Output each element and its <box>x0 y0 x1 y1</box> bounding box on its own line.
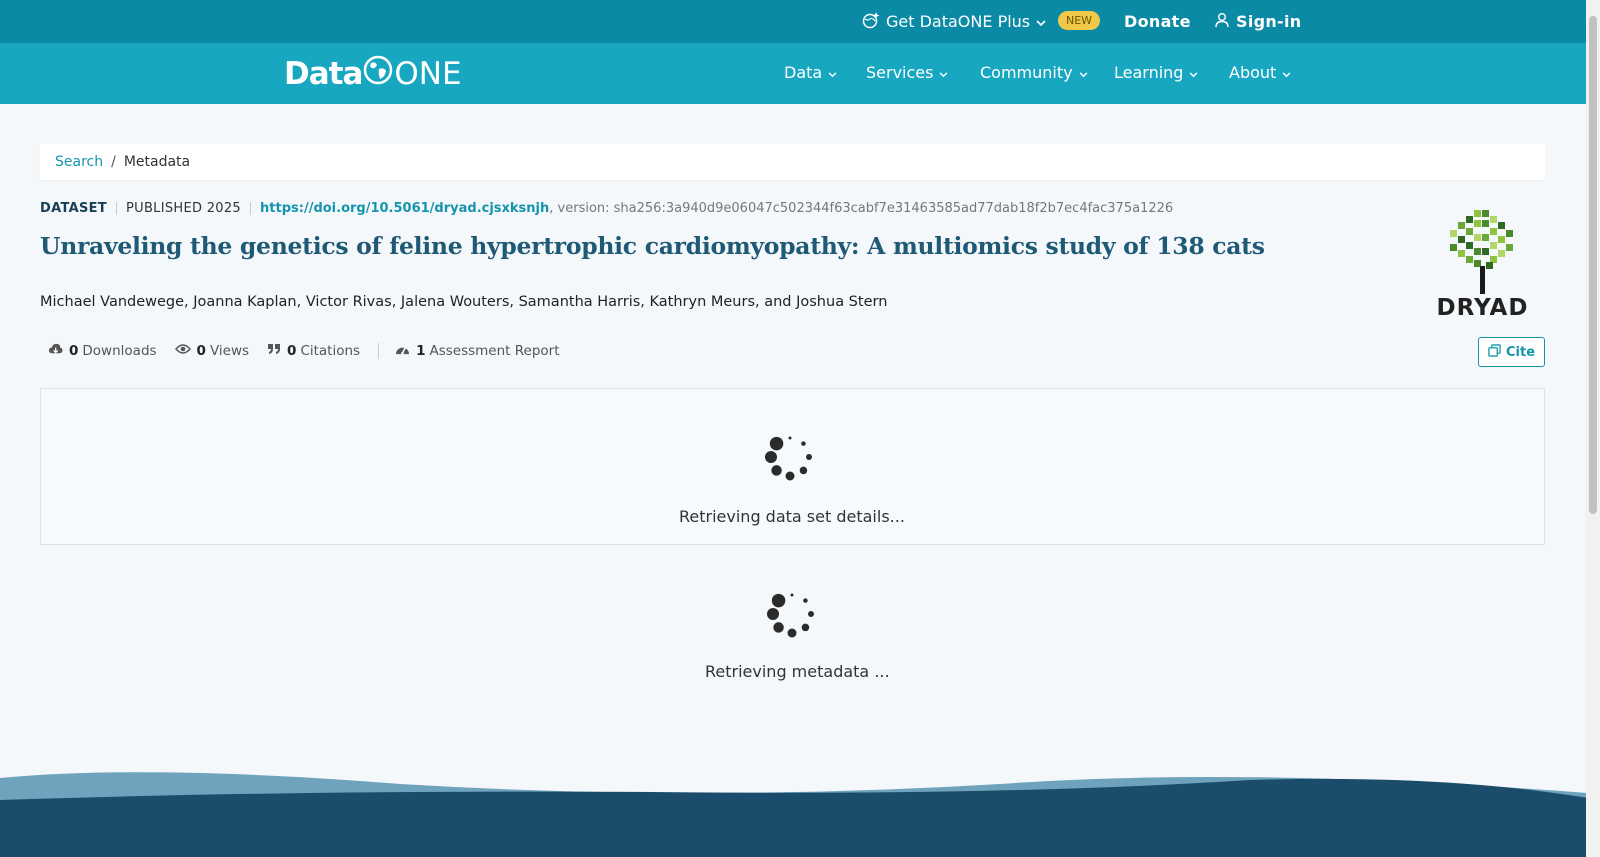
eye-icon <box>174 343 197 359</box>
globe-icon <box>362 55 394 93</box>
page-scrollbar[interactable] <box>1586 0 1600 857</box>
breadcrumb-current: Metadata <box>123 154 191 170</box>
dataset-metrics: 0 Downloads 0 Views 0 Citations 1 Assess… <box>48 342 578 360</box>
top-utility-bar: Get DataONE Plus NEW Donate Sign-in <box>0 0 1586 43</box>
divider <box>115 201 117 215</box>
nav-data[interactable]: Data <box>784 63 837 82</box>
dataone-logo[interactable]: Data ONE <box>284 55 462 93</box>
dryad-tree-icon <box>1450 210 1513 294</box>
sign-in-label: Sign-in <box>1236 12 1302 31</box>
citations-count: 0 <box>287 343 297 359</box>
breadcrumb-search-link[interactable]: Search <box>55 154 103 170</box>
dataset-meta-line: DATASET PUBLISHED 2025 https://doi.org/1… <box>40 200 1173 216</box>
nav-data-label: Data <box>784 63 823 82</box>
assessment-report-metric[interactable]: 1 Assessment Report <box>395 343 560 360</box>
assessment-count: 1 <box>416 343 426 359</box>
nav-services[interactable]: Services <box>866 63 948 82</box>
dryad-repository-logo[interactable]: DRYAD <box>1430 208 1535 321</box>
breadcrumb: Search / Metadata <box>40 144 1545 180</box>
downloads-metric[interactable]: 0 Downloads <box>48 343 157 360</box>
cite-label: Cite <box>1505 344 1536 360</box>
get-dataone-plus-menu[interactable]: Get DataONE Plus <box>862 0 1052 43</box>
nav-about[interactable]: About <box>1229 63 1291 82</box>
version-hash: , version: sha256:3a940d9e06047c502344f6… <box>549 200 1174 216</box>
citations-metric[interactable]: 0 Citations <box>267 343 360 359</box>
views-metric[interactable]: 0 Views <box>174 343 250 359</box>
downloads-label: Downloads <box>82 343 157 359</box>
nav-learning-label: Learning <box>1114 63 1184 82</box>
nav-services-label: Services <box>866 63 934 82</box>
cloud-download-icon <box>48 343 69 360</box>
assessment-label: Assessment Report <box>429 343 560 359</box>
nav-about-label: About <box>1229 63 1277 82</box>
new-badge: NEW <box>1058 11 1101 30</box>
chevron-down-icon <box>1276 63 1291 82</box>
gauge-icon <box>395 343 416 360</box>
metrics-divider <box>378 343 380 359</box>
sign-in-link[interactable]: Sign-in <box>1214 0 1301 43</box>
loading-spinner-icon <box>766 588 818 644</box>
chevron-down-icon <box>1183 63 1198 82</box>
citations-label: Citations <box>300 343 361 359</box>
scrollbar-thumb[interactable] <box>1589 16 1597 514</box>
main-navigation: Data ONE Data Services Community Learnin… <box>0 43 1586 104</box>
logo-text-one: ONE <box>394 56 462 92</box>
user-icon <box>1214 12 1236 32</box>
footer-wave-decoration <box>0 772 1600 857</box>
dataset-title: Unraveling the genetics of feline hypert… <box>40 232 1265 260</box>
published-year: PUBLISHED 2025 <box>125 200 242 216</box>
dataset-type-label: DATASET <box>40 200 107 216</box>
divider <box>250 201 252 215</box>
chevron-down-icon <box>1036 12 1052 31</box>
breadcrumb-separator: / <box>111 154 116 170</box>
views-label: Views <box>209 343 250 359</box>
dataset-details-panel: Retrieving data set details... <box>40 388 1545 545</box>
doi-link[interactable]: https://doi.org/10.5061/dryad.cjsxksnjh <box>260 201 549 216</box>
metadata-loading-text: Retrieving metadata ... <box>705 662 890 681</box>
chevron-down-icon <box>1073 63 1088 82</box>
donate-link[interactable]: Donate <box>1124 0 1191 43</box>
nav-community[interactable]: Community <box>980 63 1088 82</box>
get-dataone-plus-label: Get DataONE Plus <box>886 12 1031 31</box>
dryad-wordmark: DRYAD <box>1436 295 1529 321</box>
views-count: 0 <box>196 343 206 359</box>
details-loading-text: Retrieving data set details... <box>679 507 905 526</box>
nav-community-label: Community <box>980 63 1073 82</box>
logo-text-data: Data <box>284 56 363 92</box>
loading-spinner-icon <box>764 431 816 487</box>
copy-icon <box>1488 343 1506 361</box>
cite-button[interactable]: Cite <box>1478 337 1545 367</box>
chevron-down-icon <box>933 63 948 82</box>
nav-learning[interactable]: Learning <box>1114 63 1198 82</box>
chevron-down-icon <box>822 63 837 82</box>
quote-icon <box>267 343 287 359</box>
dataset-authors: Michael Vandewege, Joanna Kaplan, Victor… <box>40 294 888 310</box>
globe-sparkle-icon <box>862 11 886 33</box>
downloads-count: 0 <box>69 343 79 359</box>
